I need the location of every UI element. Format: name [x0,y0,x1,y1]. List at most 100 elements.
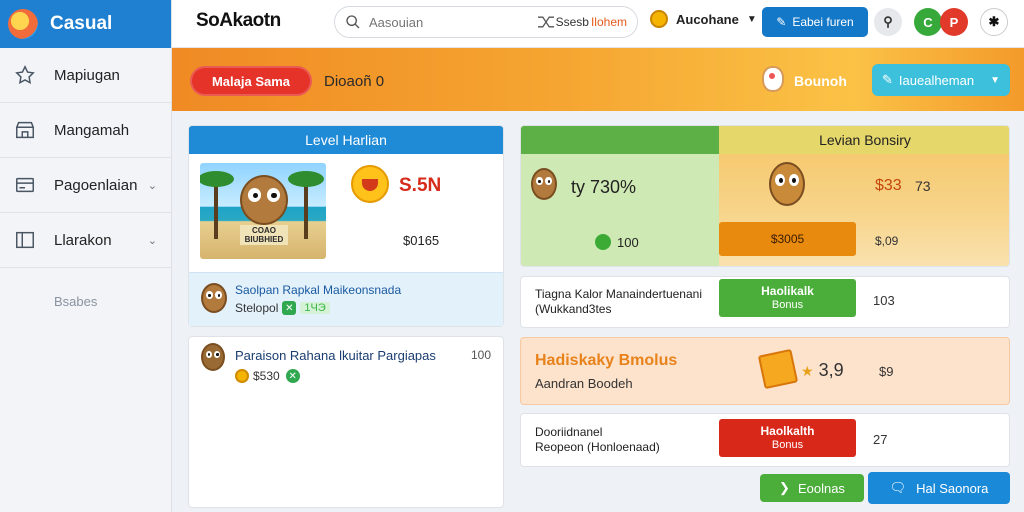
avatar-red[interactable]: P [940,8,968,36]
bonus-buy-button[interactable]: $3005 [719,222,856,256]
offer-card[interactable]: Paraison Rahana lkuitar Pargiapas 100 $5… [188,336,504,508]
coin-icon [235,369,249,383]
bonus-right: Levian Bonsiry $33 73 $3005 $,09 [719,126,1009,266]
pin-icon: ⚲ [883,14,893,29]
promo-subtitle: Aandran Boodeh [535,376,633,391]
banner-label: Bounoh [794,73,847,89]
user-dropdown[interactable]: Aucohane ▼ [650,10,757,28]
sub-row: Stelopol ✕ 1ЧЭ [235,301,330,315]
card-icon [14,174,36,196]
bonus-header: Levian Bonsiry [719,126,1009,154]
promo-banner: Malaja Sama Dioaoñ 0 Bounoh ✎ Iauealhema… [172,48,1024,111]
banner-text: Dioaoñ 0 [324,73,385,90]
mascot-icon [201,343,225,371]
floating-left-button[interactable]: ❯ Eoolnas [760,474,864,502]
level-card-header: Level Harlian [189,126,503,154]
level-amount: $0165 [403,233,440,248]
sub-row-chip: 1ЧЭ [300,302,330,314]
mascot-icon [531,168,557,200]
banner-select[interactable]: ✎ Iauealheman ▼ [872,64,1010,96]
sidebar-item-mangamah[interactable]: Mangamah [0,103,171,158]
promo-row[interactable]: Hadiskaky Bmolus Aandran Boodeh ★ 3,9 $9 [520,337,1010,405]
star-icon: ★ [801,363,814,379]
task-button-sub: Bonus [771,299,804,311]
shuffle-icon [537,16,554,28]
avatar-initial: C [923,14,933,30]
floating-right-button[interactable]: 🗨 Hal Saonora [868,472,1010,504]
chevron-down-icon: ▼ [746,13,757,25]
user-name: Aucohane [676,11,739,27]
avatar-initial: P [949,14,959,30]
search-tag[interactable]: Ssesb Ilohem [536,14,627,30]
header-action-button[interactable]: ✎ Eabei furen [762,7,868,37]
sidebar-section-label: Bsabes [54,294,98,309]
level-sub-item[interactable]: Saolpan Rapkal Maikeonsnada Stelopol ✕ 1… [189,272,503,326]
search-tag-label: Ssesb [555,15,589,29]
sidebar-item-label: Mangamah [54,121,130,139]
mascot-icon [240,175,288,225]
sidebar-item-pagoenlaian[interactable]: Pagoenlaian ⌄ [0,158,171,213]
banner-select-value: Iauealheman [898,72,975,88]
level-card: Level Harlian COAO BIUBHIED S.5N $0165 S… [188,125,504,327]
layout-icon [14,229,36,251]
level-photo[interactable]: COAO BIUBHIED [200,163,326,259]
topbar: SoAkaotn Ssesb Ilohem Aucohane ▼ ✎ Eabei… [172,0,1024,48]
check-icon: ✕ [282,301,297,315]
task-line: Dooriidnanel [535,425,603,439]
floating-left-label: Eoolnas [797,480,845,496]
chevron-down-icon[interactable]: ⌄ [148,234,157,247]
brand[interactable]: Casual [0,0,171,48]
bonus-points: 100 [595,234,639,250]
mascot-icon [762,66,784,92]
bonus-price-sub: 73 [915,178,931,194]
task-bonus-button[interactable]: Haolkalth Bonus [719,419,856,457]
avatar-green[interactable]: C [914,8,942,36]
chat-icon: 🗨 [889,480,907,495]
banner-pill-button[interactable]: Malaja Sama [190,66,312,96]
bonus-left-header [521,126,719,154]
store-icon [14,119,36,141]
task-bonus-button[interactable]: Haolikalk Bonus [719,279,856,317]
search-input[interactable] [369,14,519,30]
search-bar[interactable]: Ssesb Ilohem [334,6,638,38]
bonus-value: $,09 [875,234,899,248]
task-row: Tiagna Kalor Manaindertuenani (Wukkand3t… [520,276,1010,328]
chevron-down-icon: ▼ [990,74,1000,86]
sidebar-item-label: Llarakon [54,231,112,249]
search-icon [346,15,360,29]
palm-tree-icon [288,171,324,239]
sub-title: Saolpan Rapkal Maikeonsnada [235,283,402,297]
task-line: (Wukkand3tes [535,302,612,316]
check-icon: ✕ [285,369,300,383]
sidebar: Casual Mapiugan Mangamah Pagoenlaian ⌄ L… [0,0,172,512]
chat-icon: ✎ [882,72,893,87]
bonus-points-value: 100 [617,234,639,250]
task-count: 27 [873,432,888,447]
task-button-label: Haolkalth [760,424,815,438]
task-button-sub: Bonus [771,439,804,451]
sidebar-item-mapiugan[interactable]: Mapiugan [0,48,171,103]
gear-icon: ✱ [988,14,1000,29]
offer-amount: $530 [253,369,280,383]
photo-caption: COAO BIUBHIED [240,225,288,245]
brand-logo-icon [8,9,38,39]
promo-value: ★ 3,9 [801,360,844,381]
sidebar-item-llarakon[interactable]: Llarakon ⌄ [0,213,171,268]
gift-icon [757,348,799,390]
task-line: Tiagna Kalor Manaindertuenani [535,287,702,301]
sub-row-text: Stelopol [235,301,279,315]
mascot-icon [201,283,227,313]
settings-button[interactable]: ✱ [980,8,1008,36]
chevron-down-icon[interactable]: ⌄ [148,179,157,192]
profile-button[interactable]: ⚲ [874,8,902,36]
star-icon [14,64,36,86]
chevron-right-icon: ❯ [779,480,790,495]
bonus-rate: ty 730% [571,177,637,197]
sidebar-item-label: Mapiugan [54,66,120,84]
task-text: Dooriidnanel Reopeon (Honloenaad) [535,425,660,455]
brand-name: Casual [50,13,113,34]
sidebar-item-label: Pagoenlaian [54,176,138,194]
palm-tree-icon [200,171,234,239]
smiley-icon [351,165,389,203]
edit-icon: ✎ [776,15,787,29]
